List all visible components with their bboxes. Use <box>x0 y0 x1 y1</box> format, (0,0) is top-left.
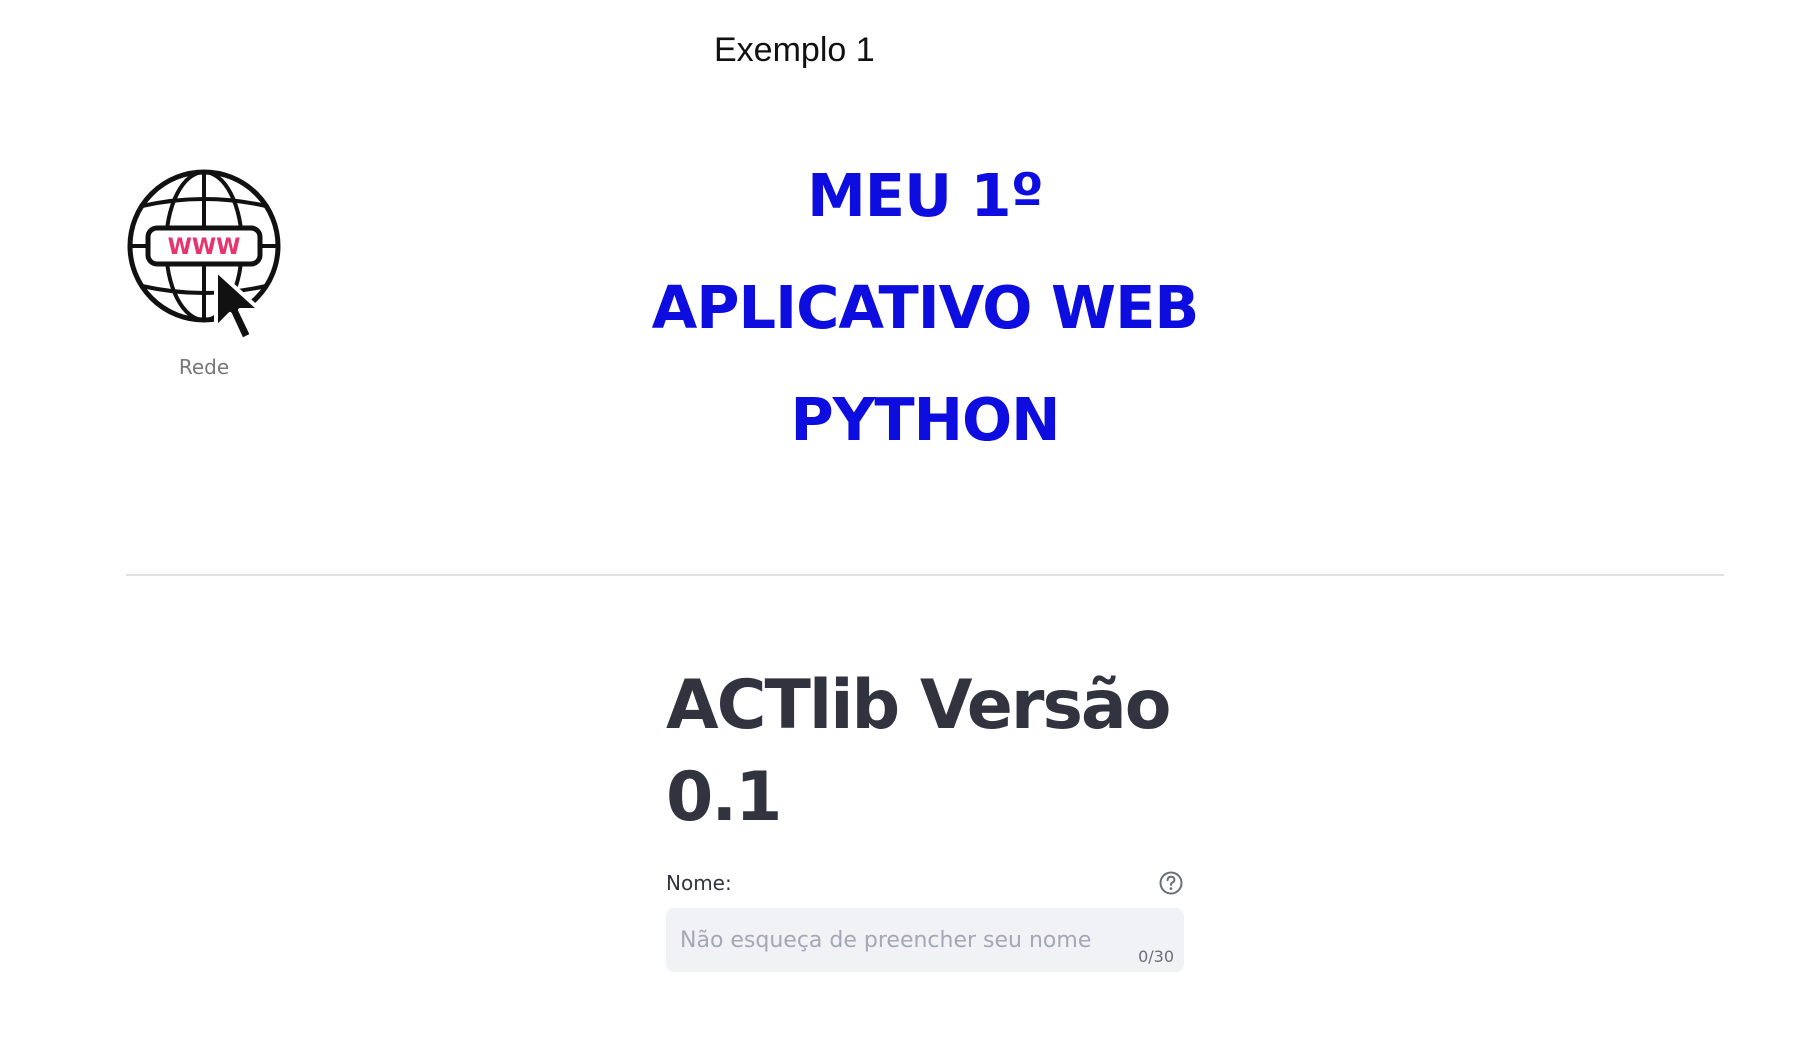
hero-heading: MEU 1º APLICATIVO WEB PYTHON <box>540 140 1310 476</box>
example-title: Exemplo 1 <box>714 31 875 69</box>
name-input[interactable] <box>666 908 1184 972</box>
globe-cursor-www-icon: WWW <box>127 169 281 342</box>
hero-line-2: APLICATIVO WEB <box>651 273 1200 342</box>
help-icon[interactable] <box>1158 870 1184 896</box>
hero-line-3: PYTHON <box>790 385 1060 454</box>
char-counter: 0/30 <box>1138 947 1174 966</box>
name-field-label-row: Nome: <box>666 868 1184 898</box>
logo-block: WWW Rede <box>120 162 288 380</box>
hero-line-1: MEU 1º <box>807 161 1044 230</box>
divider <box>126 574 1724 576</box>
logo-caption: Rede <box>178 355 230 379</box>
www-badge-text: WWW <box>168 235 241 260</box>
page-title: ACTlib Versão 0.1 <box>666 666 1172 837</box>
name-field-label: Nome: <box>666 871 732 895</box>
name-input-container: 0/30 <box>666 908 1184 972</box>
